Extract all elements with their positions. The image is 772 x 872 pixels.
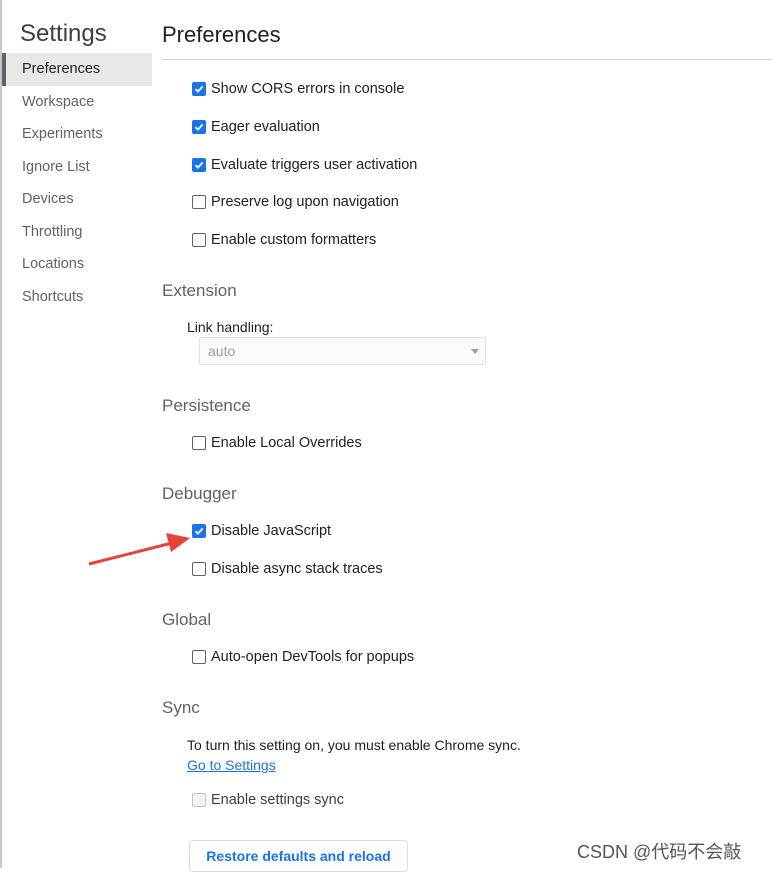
link-handling-value: auto: [208, 343, 236, 359]
section-title-extension: Extension: [162, 281, 237, 300]
section-title-global: Global: [162, 610, 212, 629]
enable-settings-sync-checkbox-row: Enable settings sync: [192, 790, 344, 810]
checkbox-label: Enable custom formatters: [211, 232, 377, 248]
preferences-panel: Preferences Show CORS errors in console …: [162, 0, 772, 872]
checkbox[interactable]: [192, 195, 206, 209]
section-title-sync: Sync: [162, 698, 200, 717]
sidebar-item-preferences[interactable]: Preferences: [2, 53, 152, 86]
checkbox[interactable]: [192, 436, 206, 450]
sidebar-item-throttling[interactable]: Throttling: [2, 216, 152, 249]
checkbox-label: Auto-open DevTools for popups: [211, 649, 415, 665]
checkbox: [192, 793, 206, 807]
sidebar-item-workspace[interactable]: Workspace: [2, 86, 152, 119]
link-handling-label: Link handling:: [187, 319, 274, 335]
settings-sidebar: Settings Preferences Workspace Experimen…: [2, 0, 152, 868]
disable-async-stack-traces-checkbox-row[interactable]: Disable async stack traces: [192, 559, 383, 579]
disable-javascript-checkbox-row[interactable]: Disable JavaScript: [192, 521, 331, 541]
checkbox[interactable]: [192, 650, 206, 664]
sidebar-title: Settings: [20, 20, 107, 47]
sync-description: To turn this setting on, you must enable…: [187, 735, 527, 775]
checkbox[interactable]: [192, 82, 206, 96]
show-cors-errors-checkbox-row[interactable]: Show CORS errors in console: [192, 79, 404, 99]
auto-open-devtools-checkbox-row[interactable]: Auto-open DevTools for popups: [192, 647, 414, 667]
sidebar-item-devices[interactable]: Devices: [2, 183, 152, 216]
checkbox-label: Show CORS errors in console: [211, 81, 405, 97]
checkbox-label: Evaluate triggers user activation: [211, 157, 418, 173]
sync-text: To turn this setting on, you must enable…: [187, 737, 521, 753]
enable-custom-formatters-checkbox-row[interactable]: Enable custom formatters: [192, 230, 376, 250]
checkbox[interactable]: [192, 562, 206, 576]
sidebar-item-locations[interactable]: Locations: [2, 248, 152, 281]
evaluate-triggers-user-activation-checkbox-row[interactable]: Evaluate triggers user activation: [192, 155, 417, 175]
go-to-settings-link[interactable]: Go to Settings: [187, 757, 276, 773]
eager-evaluation-checkbox-row[interactable]: Eager evaluation: [192, 117, 320, 137]
checkbox[interactable]: [192, 120, 206, 134]
page-title: Preferences: [162, 22, 281, 47]
link-handling-select[interactable]: auto: [199, 337, 486, 365]
checkbox-label: Enable settings sync: [211, 792, 344, 808]
section-title-persistence: Persistence: [162, 396, 251, 415]
restore-defaults-button[interactable]: Restore defaults and reload: [189, 840, 408, 872]
watermark-text: CSDN @代码不会敲: [577, 842, 742, 862]
checkbox[interactable]: [192, 233, 206, 247]
checkbox-label: Preserve log upon navigation: [211, 194, 399, 210]
title-divider: [162, 59, 772, 60]
checkbox-label: Disable JavaScript: [211, 523, 332, 539]
checkbox[interactable]: [192, 158, 206, 172]
section-title-debugger: Debugger: [162, 484, 237, 503]
checkbox-label: Disable async stack traces: [211, 561, 383, 577]
chevron-down-icon: [471, 349, 479, 354]
checkbox-label: Eager evaluation: [211, 119, 320, 135]
sidebar-item-shortcuts[interactable]: Shortcuts: [2, 281, 152, 314]
sidebar-nav: Preferences Workspace Experiments Ignore…: [2, 53, 152, 313]
checkbox[interactable]: [192, 524, 206, 538]
sidebar-item-ignore-list[interactable]: Ignore List: [2, 151, 152, 184]
sidebar-item-experiments[interactable]: Experiments: [2, 118, 152, 151]
preserve-log-checkbox-row[interactable]: Preserve log upon navigation: [192, 192, 399, 212]
enable-local-overrides-checkbox-row[interactable]: Enable Local Overrides: [192, 433, 362, 453]
checkbox-label: Enable Local Overrides: [211, 435, 362, 451]
